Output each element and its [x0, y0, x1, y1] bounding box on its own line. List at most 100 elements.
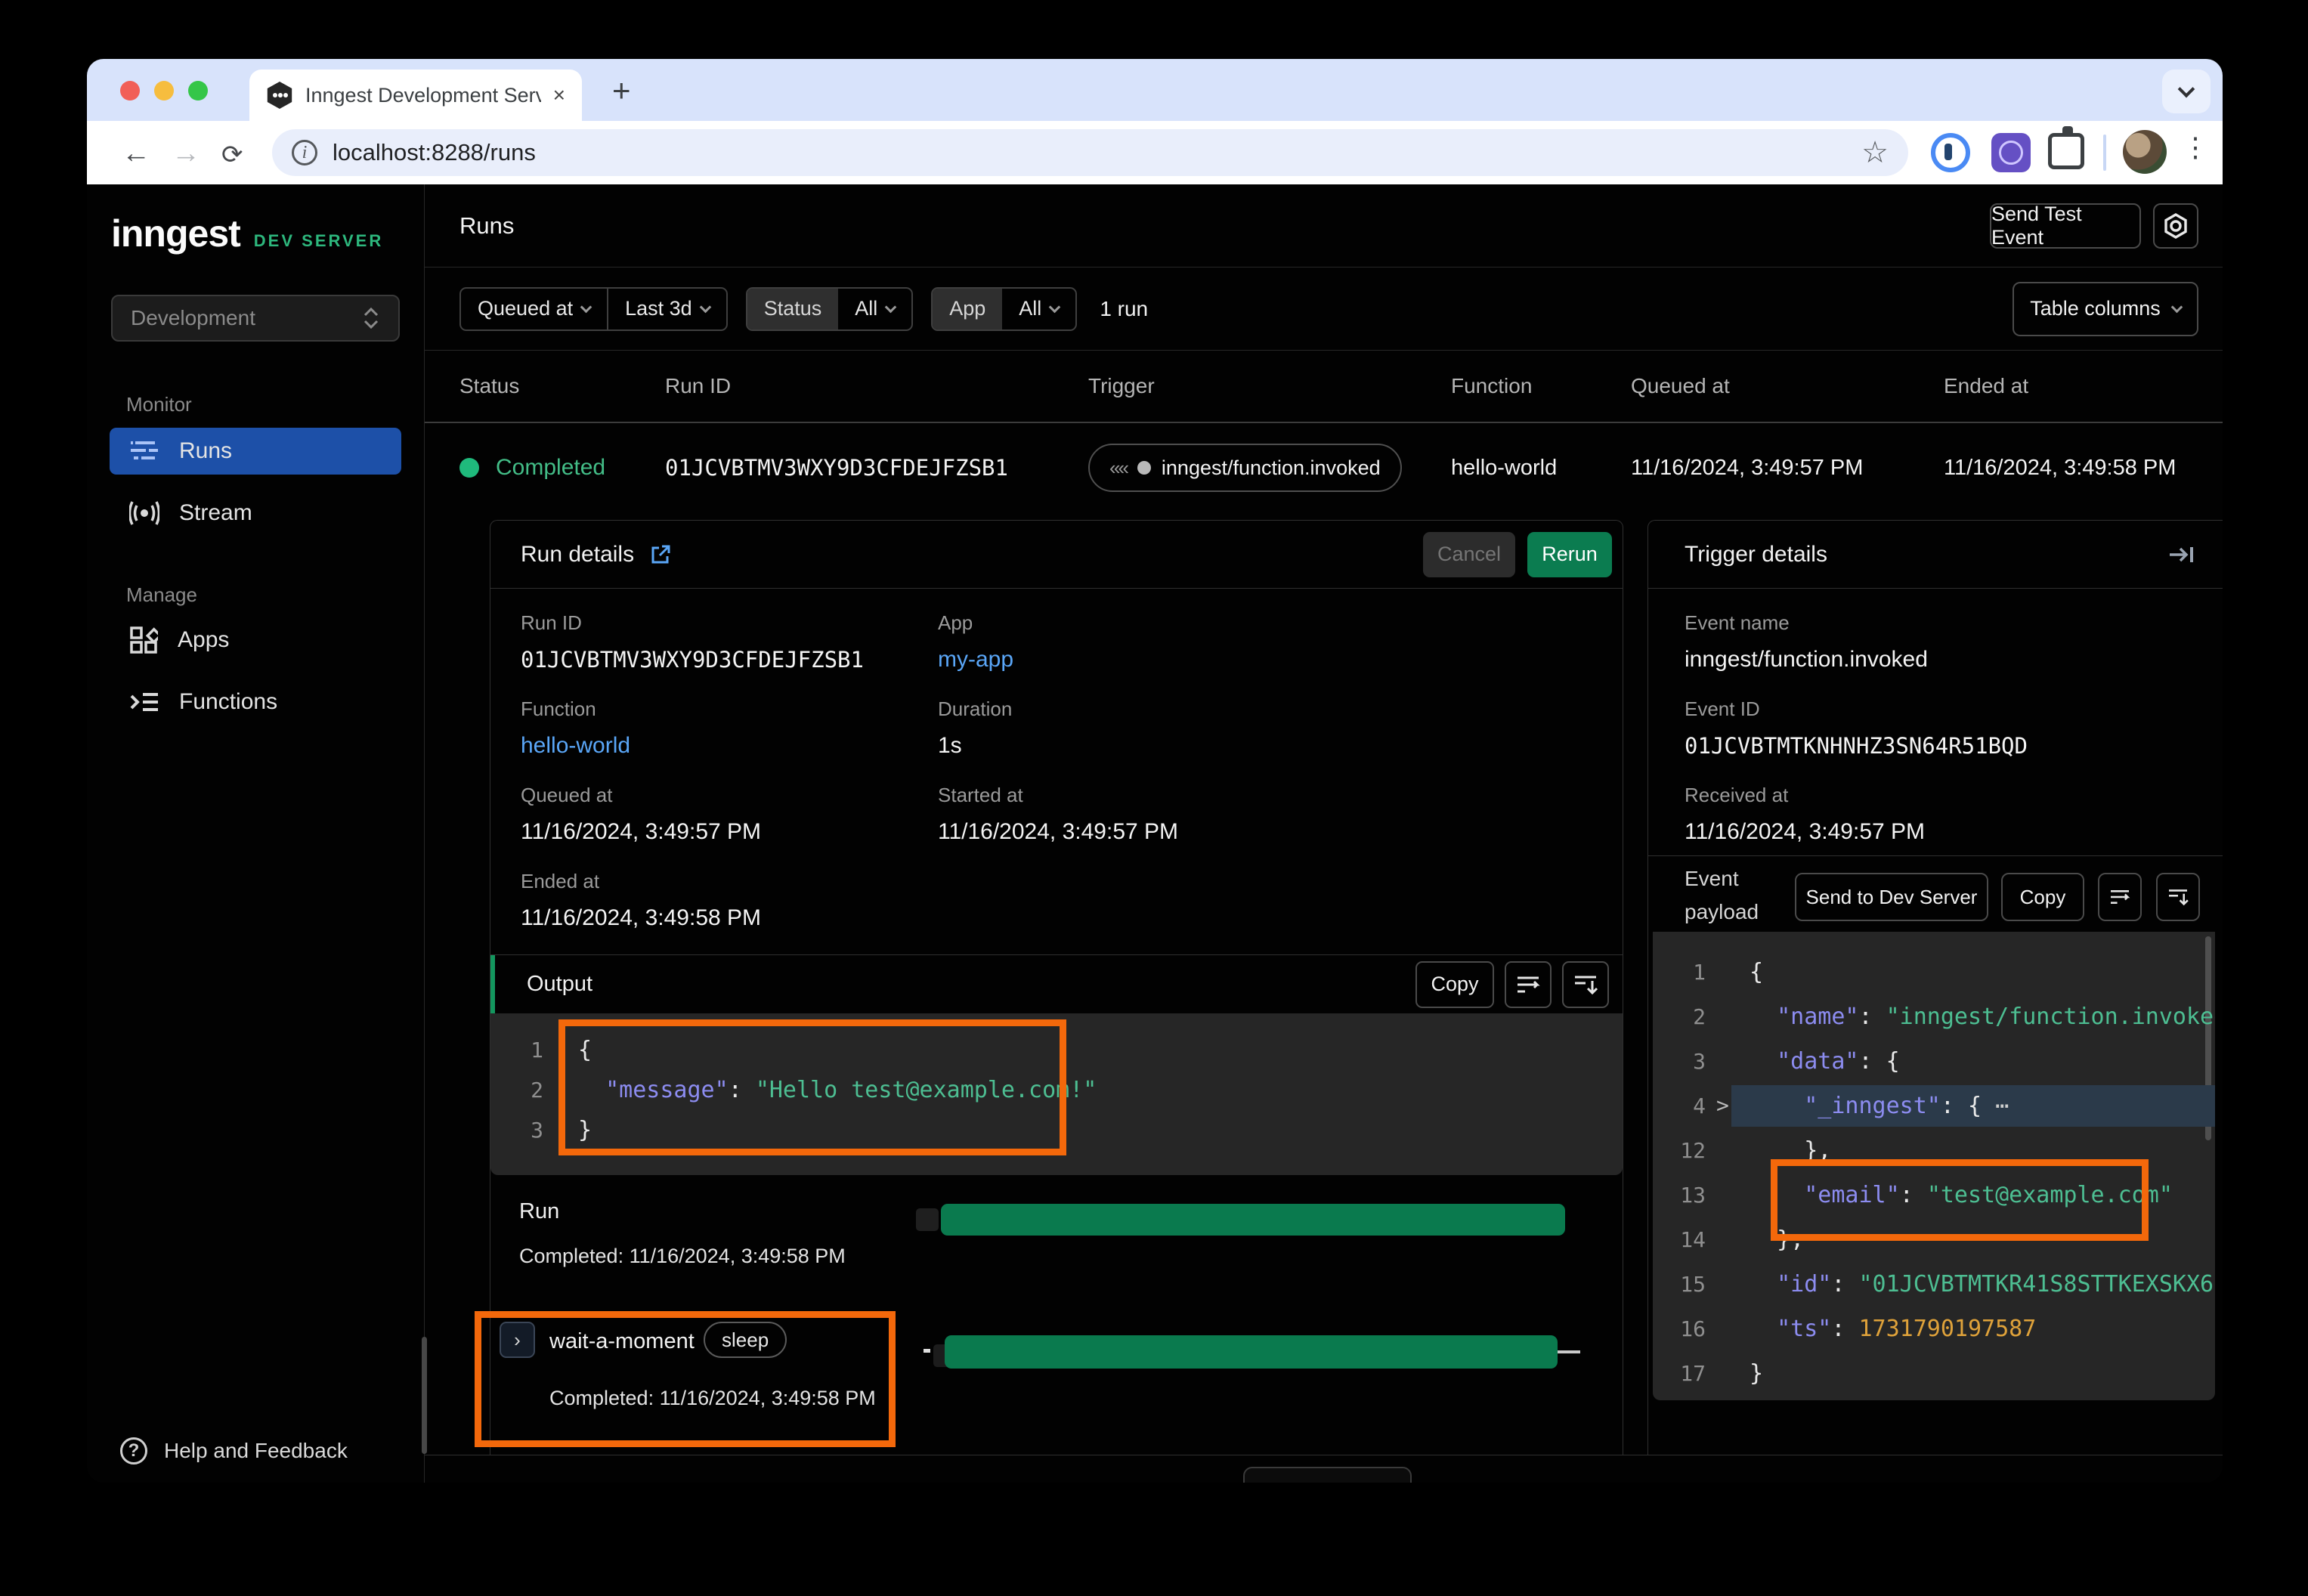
line-number: 17	[1653, 1361, 1706, 1386]
output-title: Output	[527, 972, 1415, 997]
app-filter-label: App	[933, 289, 1002, 329]
col-status: Status	[459, 374, 665, 398]
tab-title: Inngest Development Server	[305, 84, 541, 107]
table-header: Status Run ID Trigger Function Queued at…	[425, 351, 2223, 422]
rerun-button[interactable]: Rerun	[1527, 532, 1612, 577]
code-line: 4> "_inngest": { ⋯	[1653, 1084, 2215, 1128]
app-filter-value[interactable]: All	[1002, 289, 1075, 329]
function-link[interactable]: hello-world	[521, 731, 938, 761]
chevron-down-icon	[2171, 301, 2183, 313]
chevron-down-icon	[1049, 301, 1061, 313]
run-id-value: 01JCVBTMV3WXY9D3CFDEJFZSB1	[521, 645, 938, 675]
output-copy-button[interactable]: Copy	[1415, 961, 1494, 1008]
external-link-icon[interactable]	[649, 543, 672, 566]
event-payload-label: Event	[1685, 867, 1739, 891]
line-number: 3	[490, 1118, 543, 1143]
reload-button[interactable]: ⟳	[221, 140, 243, 170]
cutoff-button[interactable]	[1243, 1467, 1412, 1483]
step-timeline-bar[interactable]	[945, 1335, 1558, 1369]
toolbar-separator	[2103, 135, 2106, 171]
browser-menu-icon[interactable]: ⋮	[2182, 131, 2209, 163]
annotation-box-step	[475, 1311, 896, 1447]
tab-search-button[interactable]	[2162, 70, 2211, 113]
line-number: 1	[490, 1038, 543, 1062]
status-filter-value[interactable]: All	[838, 289, 911, 329]
profile-avatar[interactable]	[2123, 130, 2167, 174]
run-details-title: Run details	[521, 542, 634, 568]
back-button[interactable]: ←	[122, 138, 150, 170]
trigger-event-pill[interactable]: «« inngest/function.invoked	[1088, 444, 1402, 492]
code-line: 1{	[1653, 950, 2215, 994]
settings-gear-button[interactable]	[2153, 203, 2198, 249]
sidebar-item-label: Stream	[179, 500, 252, 526]
time-filter[interactable]: Queued at Last 3d	[459, 287, 728, 331]
event-dot-icon	[1137, 461, 1151, 475]
started-at-value: 11/16/2024, 3:49:57 PM	[938, 817, 1592, 847]
tab-close-icon[interactable]: ×	[553, 83, 565, 107]
new-tab-button[interactable]: +	[612, 73, 631, 109]
site-info-icon[interactable]: i	[292, 140, 317, 165]
forward-button[interactable]: →	[172, 138, 200, 170]
status-filter-label: Status	[747, 289, 839, 329]
line-number: 15	[1653, 1272, 1706, 1297]
received-at-label: Received at	[1685, 782, 2192, 808]
code-line: 16 "ts": 1731790197587	[1653, 1307, 2215, 1351]
time-range-select[interactable]: Last 3d	[608, 289, 726, 329]
received-at-value: 11/16/2024, 3:49:57 PM	[1685, 817, 2192, 847]
table-row[interactable]: Completed 01JCVBTMV3WXY9D3CFDEJFZSB1 «« …	[425, 423, 2223, 512]
sidebar-item-stream[interactable]: Stream	[110, 490, 401, 537]
run-timeline-bar[interactable]	[941, 1204, 1565, 1236]
collapse-panel-icon[interactable]	[2168, 543, 2195, 567]
app-link[interactable]: my-app	[938, 645, 1592, 675]
extensions-puzzle-icon[interactable]	[2048, 133, 2084, 169]
scroll-down-icon	[1573, 974, 1598, 995]
sidebar-item-label: Apps	[178, 627, 229, 653]
line-number: 4	[1653, 1093, 1706, 1118]
time-field-select[interactable]: Queued at	[461, 289, 607, 329]
bookmark-star-icon[interactable]: ☆	[1861, 135, 1889, 170]
app-filter[interactable]: App All	[931, 287, 1077, 331]
col-ended-at: Ended at	[1944, 374, 2223, 398]
scroll-to-bottom-button[interactable]	[1562, 961, 1609, 1008]
timeline-run-completed: Completed: 11/16/2024, 3:49:58 PM	[519, 1245, 846, 1268]
line-number: 3	[1653, 1049, 1706, 1074]
minimize-window-button[interactable]	[154, 81, 174, 101]
help-and-feedback[interactable]: ? Help and Feedback	[120, 1437, 348, 1465]
url-bar[interactable]: i localhost:8288/runs ☆	[272, 129, 1908, 176]
sidebar-item-runs[interactable]: Runs	[110, 428, 401, 475]
cancel-button[interactable]: Cancel	[1423, 532, 1515, 577]
payload-word-wrap-button[interactable]	[2098, 873, 2142, 921]
run-info-grid: Run ID 01JCVBTMV3WXY9D3CFDEJFZSB1 App my…	[490, 589, 1623, 954]
ended-at-cell: 11/16/2024, 3:49:58 PM	[1944, 456, 2223, 481]
run-detail-section: Run details Cancel Rerun Run ID 01JCVBTM…	[425, 512, 2223, 1455]
close-window-button[interactable]	[120, 81, 140, 101]
sidebar: inngest DEV SERVER Development Monitor	[87, 184, 425, 1483]
run-id-cell: 01JCVBTMV3WXY9D3CFDEJFZSB1	[665, 455, 1088, 481]
chevron-down-icon	[2178, 81, 2195, 98]
tab-strip: Inngest Development Server × +	[87, 59, 2223, 121]
browser-tab[interactable]: Inngest Development Server ×	[249, 70, 582, 121]
word-wrap-button[interactable]	[1505, 961, 1552, 1008]
payload-scroll-bottom-button[interactable]	[2156, 873, 2200, 921]
payload-copy-button[interactable]: Copy	[2001, 873, 2084, 921]
app-label: App	[938, 610, 1592, 636]
maximize-window-button[interactable]	[188, 81, 208, 101]
manage-section-label: Manage	[126, 583, 197, 607]
sidebar-item-apps[interactable]: Apps	[110, 617, 401, 663]
status-filter[interactable]: Status All	[746, 287, 914, 331]
table-columns-button[interactable]: Table columns	[2013, 282, 2198, 336]
url-text[interactable]: localhost:8288/runs	[333, 139, 1861, 166]
code-line: 15 "id": "01JCVBTMTKR41S8STTKEXSKX6C",	[1653, 1262, 2215, 1307]
sidebar-item-functions[interactable]: Functions	[110, 679, 401, 725]
password-manager-extension-icon[interactable]	[1931, 133, 1970, 172]
queued-at-label: Queued at	[521, 782, 938, 808]
duration-label: Duration	[938, 696, 1592, 722]
workspace-select[interactable]: Development	[111, 295, 400, 342]
send-test-event-button[interactable]: Send Test Event	[1990, 203, 2141, 249]
function-label: Function	[521, 696, 938, 722]
purple-extension-icon[interactable]	[1991, 133, 2031, 172]
stream-icon	[129, 500, 159, 526]
send-to-dev-server-button[interactable]: Send to Dev Server	[1795, 873, 1988, 921]
status-badge: Completed	[496, 455, 605, 481]
line-number: 16	[1653, 1316, 1706, 1341]
